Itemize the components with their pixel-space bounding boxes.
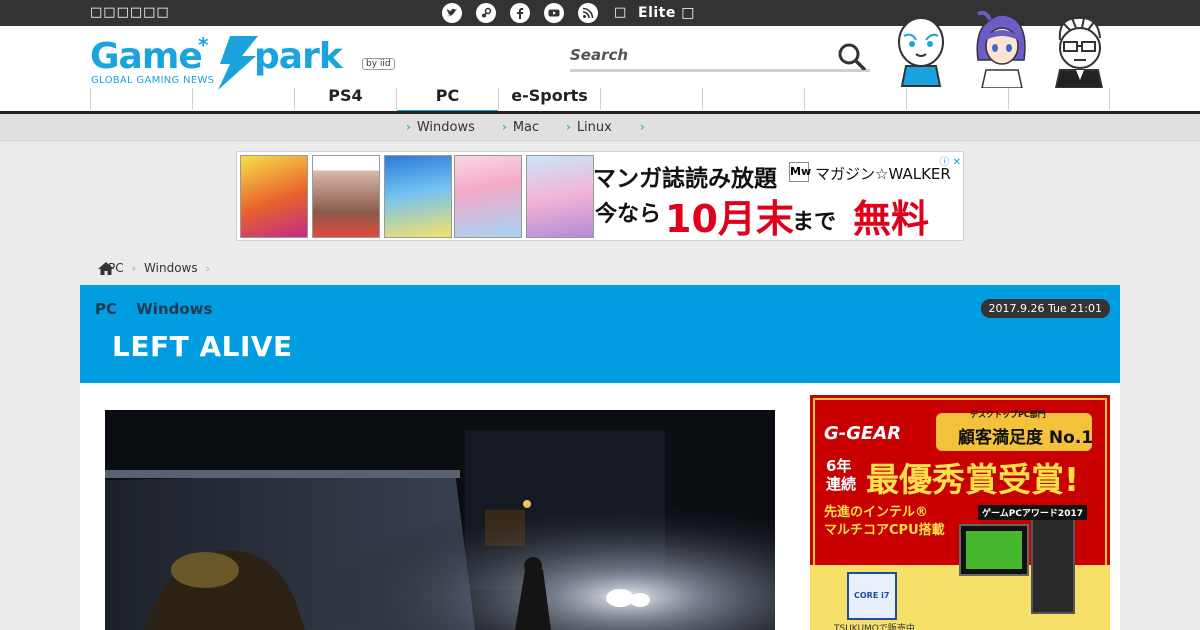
magazine-walker-logo-icon: Mw	[789, 162, 811, 182]
side-ad-award-label: ゲームPCアワード2017	[978, 505, 1087, 520]
chevron-right-icon: ›	[502, 120, 507, 134]
logo-tagline: GLOBAL GAMING NEWS	[91, 75, 215, 86]
logo-byline: by iid	[362, 58, 395, 70]
svg-text:park: park	[254, 36, 344, 77]
nav-item-6[interactable]	[600, 88, 702, 110]
elite-link[interactable]: Elite □	[638, 5, 695, 21]
chevron-right-icon: ›	[640, 120, 645, 134]
article-header: PC Windows 2017.9.26 Tue 21:01 LEFT ALIV…	[80, 285, 1120, 383]
magazine-cover-image	[526, 155, 594, 238]
breadcrumb: PC › Windows ›	[98, 261, 210, 275]
subnav-label: Linux	[576, 120, 612, 135]
social-links	[442, 3, 598, 23]
svg-text:*: *	[198, 33, 209, 57]
steam-icon[interactable]	[476, 3, 496, 23]
sub-nav: › Windows › Mac › Linux ›	[0, 114, 1200, 141]
nav-item-2[interactable]	[192, 88, 294, 110]
twitter-icon[interactable]	[442, 3, 462, 23]
nav-item-1[interactable]	[90, 88, 192, 110]
subnav-item-mac[interactable]: › Mac	[502, 120, 539, 135]
breadcrumb-windows[interactable]: Windows	[144, 261, 198, 275]
chevron-right-icon: ›	[406, 120, 411, 134]
side-ad-line1: 先進のインテル®	[824, 505, 929, 520]
nav-item-pc[interactable]: PC	[396, 88, 498, 113]
side-ad-years: 6年連続	[826, 457, 857, 493]
ad-info-close-icon[interactable]: ⓘ ✕	[939, 153, 961, 168]
side-ad-brand: G-GEAR	[824, 423, 902, 444]
chevron-right-icon: ›	[566, 120, 571, 134]
top-bar-text: □□□□□□	[90, 5, 170, 20]
subnav-item-windows[interactable]: › Windows	[406, 120, 475, 135]
nav-item-7[interactable]	[702, 88, 804, 110]
side-ad-award: 最優秀賞受賞!	[866, 460, 1080, 499]
login-icon[interactable]: □	[614, 5, 626, 20]
magazine-cover-image	[312, 155, 380, 238]
nav-item-ps4[interactable]: PS4	[294, 88, 396, 110]
search-input[interactable]	[570, 42, 820, 68]
breadcrumb-pc[interactable]: PC	[108, 261, 124, 275]
ad-brand: マガジン☆WALKER	[815, 165, 951, 183]
magazine-cover-image	[384, 155, 452, 238]
youtube-icon[interactable]	[544, 3, 564, 23]
site-header: Game * park GLOBAL GAMING NEWS by iid Se…	[0, 10, 1200, 114]
ad-line-suffix: まで	[792, 210, 837, 235]
search-icon[interactable]	[836, 42, 868, 70]
rss-icon[interactable]	[578, 3, 598, 23]
nav-item-esports[interactable]: e-Sports	[498, 88, 600, 110]
chevron-right-icon: ›	[131, 261, 137, 275]
magazine-cover-image	[240, 155, 308, 238]
main-nav: PS4 PC e-Sports	[90, 88, 1110, 113]
category-windows[interactable]: Windows	[136, 300, 212, 318]
mascot-white-icon	[898, 17, 944, 87]
category-pc[interactable]: PC	[95, 300, 117, 318]
subnav-label: Windows	[416, 120, 475, 135]
ad-banner[interactable]: マンガ誌読み放題 Mw マガジン☆WALKER 今なら 10月末 まで 無料 ⓘ…	[236, 151, 964, 241]
nav-item-10[interactable]	[1008, 88, 1110, 110]
page-title: LEFT ALIVE	[112, 330, 293, 363]
ad-free-label: 無料	[853, 197, 930, 241]
nav-item-9[interactable]	[906, 88, 1008, 110]
side-ad-line2: マルチコアCPU搭載	[824, 523, 945, 538]
article-body: G-GEAR デスクトップPC部門 顧客満足度 No.1 6年連続 最優秀賞受賞…	[80, 383, 1120, 630]
magazine-cover-image	[454, 155, 522, 238]
ad-line-date: 10月末	[665, 197, 794, 241]
mascot-glasses-icon	[1054, 16, 1104, 88]
ad-line-prefix: 今なら	[595, 202, 662, 227]
svg-text:Game: Game	[90, 36, 202, 77]
article-hero-image[interactable]	[105, 410, 775, 630]
chevron-right-icon: ›	[205, 261, 211, 275]
intel-badge-icon: CORE i7	[854, 591, 890, 600]
side-ad-banner[interactable]: G-GEAR デスクトップPC部門 顧客満足度 No.1 6年連続 最優秀賞受賞…	[810, 395, 1110, 630]
search-box	[570, 42, 870, 72]
subnav-label: Mac	[512, 120, 540, 135]
side-ad-badge-label: デスクトップPC部門	[970, 410, 1046, 419]
article-categories: PC Windows	[95, 300, 226, 318]
facebook-icon[interactable]	[510, 3, 530, 23]
site-logo[interactable]: Game * park GLOBAL GAMING NEWS by iid	[90, 32, 400, 90]
side-ad-badge: 顧客満足度 No.1	[958, 428, 1094, 448]
article-date: 2017.9.26 Tue 21:01	[980, 299, 1110, 318]
side-ad-footer: TSUKUMOで販売中	[834, 624, 915, 630]
mascot-girl-icon	[976, 10, 1026, 88]
subnav-item-more[interactable]: ›	[640, 120, 651, 135]
nav-item-8[interactable]	[804, 88, 906, 110]
subnav-item-linux[interactable]: › Linux	[566, 120, 612, 135]
